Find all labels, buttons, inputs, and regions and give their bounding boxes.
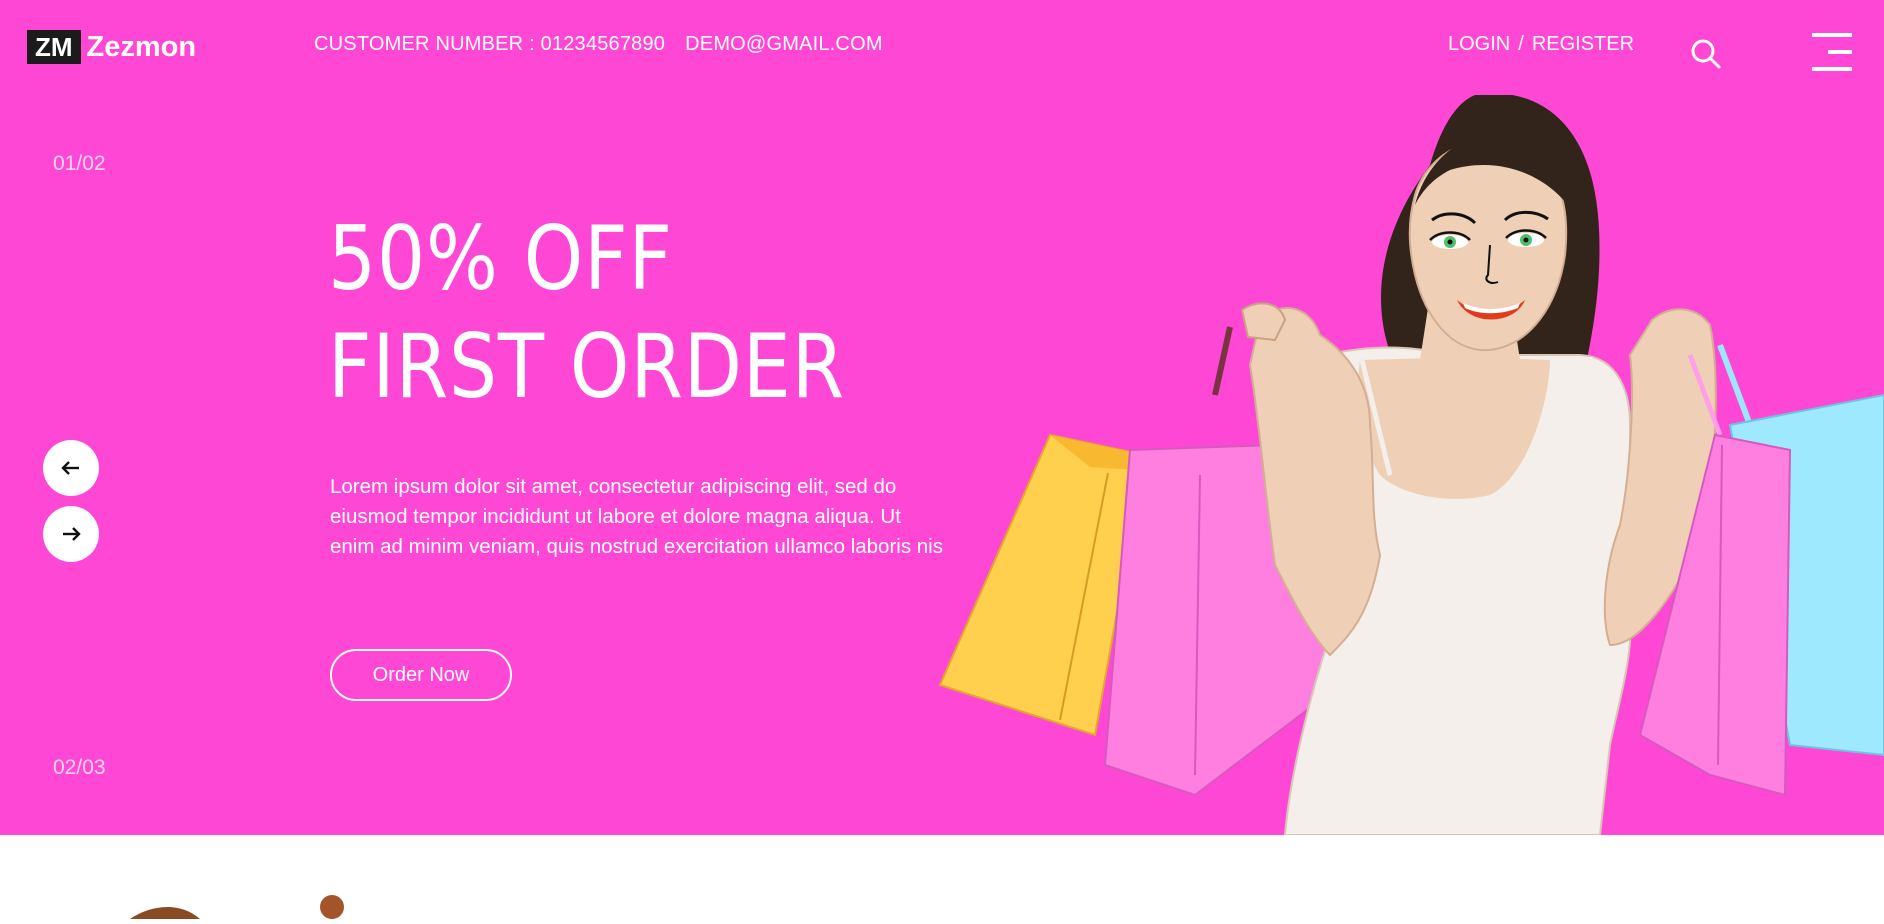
slide-next-index: 02/03 xyxy=(53,756,106,779)
next-section xyxy=(0,835,1884,919)
contact-email[interactable]: DEMO@GMAIL.COM xyxy=(685,33,883,56)
search-icon[interactable] xyxy=(1690,38,1722,70)
woman-shopping-bags-illustration xyxy=(938,95,1884,835)
auth-links: LOGIN / REGISTER xyxy=(1448,33,1634,56)
slider-next-button[interactable] xyxy=(43,506,99,562)
hamburger-menu-icon[interactable] xyxy=(1812,33,1852,71)
headline-line-2: FIRST ORDER xyxy=(328,315,846,418)
logo[interactable]: ZM Zezmon xyxy=(27,30,196,64)
arrow-left-icon xyxy=(61,461,79,475)
logo-name: Zezmon xyxy=(86,30,197,63)
slide-current-index: 01/02 xyxy=(53,152,106,175)
auth-separator: / xyxy=(1518,33,1524,55)
register-link[interactable]: REGISTER xyxy=(1532,33,1634,56)
logo-mark: ZM xyxy=(27,30,81,64)
next-section-illustration xyxy=(130,895,344,919)
contact-info: CUSTOMER NUMBER : 01234567890 DEMO@GMAIL… xyxy=(314,33,883,56)
login-link[interactable]: LOGIN xyxy=(1448,33,1510,56)
hero-description: Lorem ipsum dolor sit amet, consectetur … xyxy=(330,475,943,558)
slider-prev-button[interactable] xyxy=(43,440,99,496)
order-now-button[interactable]: Order Now xyxy=(330,649,512,701)
headline-line-1: 50% OFF xyxy=(328,207,673,310)
arrow-right-icon xyxy=(63,527,81,541)
customer-number: CUSTOMER NUMBER : 01234567890 xyxy=(314,33,666,55)
hero-headline: 50% OFF FIRST ORDER xyxy=(328,205,845,421)
hero-section: ZM Zezmon CUSTOMER NUMBER : 01234567890 … xyxy=(0,0,1884,835)
